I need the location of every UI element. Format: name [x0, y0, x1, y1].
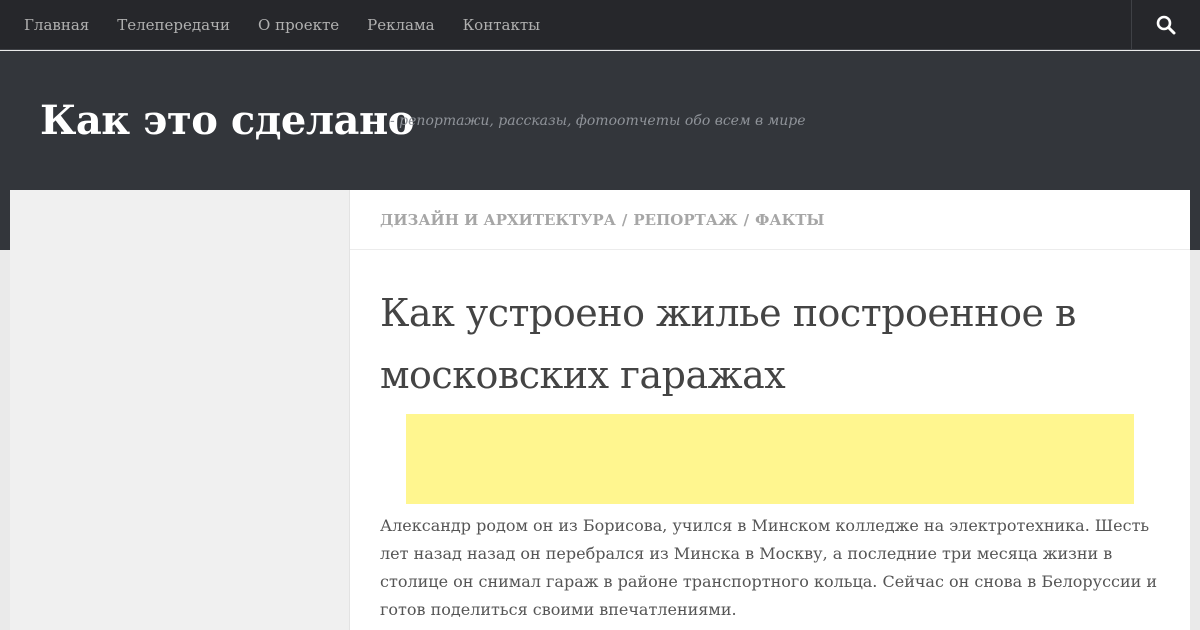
breadcrumb: Дизайн и архитектура / Репортаж / Факты [350, 190, 1190, 250]
nav-item-about[interactable]: О проекте [244, 0, 353, 50]
breadcrumb-item-design[interactable]: Дизайн и архитектура [380, 211, 616, 229]
sidebar [10, 190, 350, 630]
top-navigation: Главная Телепередачи О проекте Реклама К… [0, 0, 1200, 50]
ad-banner[interactable] [406, 414, 1134, 504]
breadcrumb-separator: / [743, 210, 750, 229]
search-icon [1156, 15, 1176, 35]
search-button[interactable] [1131, 0, 1200, 50]
nav-item-tv-shows[interactable]: Телепередачи [103, 0, 244, 50]
breadcrumb-item-facts[interactable]: Факты [755, 211, 824, 229]
breadcrumb-separator: / [621, 210, 628, 229]
content-area: Дизайн и архитектура / Репортаж / Факты … [350, 190, 1190, 630]
main-wrapper: Дизайн и архитектура / Репортаж / Факты … [10, 190, 1190, 630]
nav-item-advertising[interactable]: Реклама [353, 0, 448, 50]
site-tagline: - репортажи, рассказы, фотоотчеты обо вс… [390, 113, 806, 129]
breadcrumb-item-report[interactable]: Репортаж [633, 211, 737, 229]
page-title: Как устроено жилье построенное в московс… [380, 291, 1076, 397]
site-title[interactable]: Как это сделано [40, 95, 414, 147]
post-text: Александр родом он из Борисова, учился в… [380, 516, 1158, 619]
nav-menu: Главная Телепередачи О проекте Реклама К… [10, 0, 554, 50]
nav-item-home[interactable]: Главная [10, 0, 103, 50]
nav-item-contacts[interactable]: Контакты [449, 0, 555, 50]
